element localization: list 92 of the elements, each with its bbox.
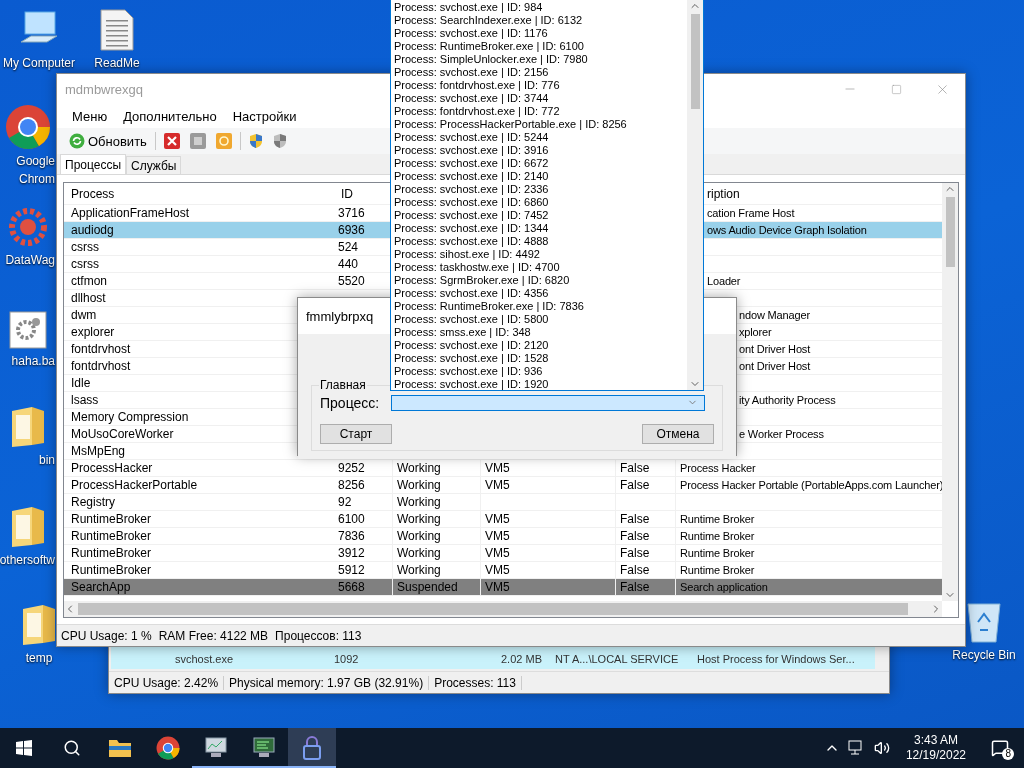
table-cell: fontdrvhost: [71, 342, 131, 356]
table-cell: dwm: [71, 308, 97, 322]
dialog-title: fmmlybrpxq: [306, 308, 374, 324]
table-cell: False: [620, 563, 650, 577]
table-cell: False: [620, 580, 650, 594]
table-cell: Working: [397, 461, 441, 475]
table-cell: Working: [397, 512, 441, 526]
table-cell: Working: [397, 529, 441, 543]
table-cell: e Worker Process: [739, 428, 824, 440]
table-cell: VM5: [485, 563, 510, 577]
table-cell: Working: [397, 546, 441, 560]
table-cell: ows Audio Device Graph Isolation: [707, 224, 867, 236]
table-cell: RuntimeBroker: [71, 563, 152, 577]
table-cell: Runtime Broker: [680, 530, 755, 542]
table-cell: False: [620, 546, 650, 560]
table-cell: False: [620, 512, 650, 526]
table-cell: Runtime Broker: [680, 547, 755, 559]
table-cell-text: 1092: [334, 652, 360, 666]
table-cell: explorer: [71, 325, 115, 339]
table-cell: False: [620, 529, 650, 543]
table-cell-text: svchost.exe: [175, 652, 235, 666]
table-cell: Search application: [680, 581, 768, 593]
table-cell: MsMpEng: [71, 444, 126, 458]
table-cell: Memory Compression: [71, 410, 189, 424]
table-cell: Runtime Broker: [680, 564, 755, 576]
table-cell: ApplicationFrameHost: [71, 206, 190, 220]
status-text: Physical memory: 1.97 GB (32.91%): [224, 675, 430, 690]
table-cell: VM5: [485, 461, 510, 475]
table-cell: Loader: [707, 275, 741, 287]
clock-time: 3:43 AM: [913, 733, 958, 748]
status-text: RAM Free: 4122 MB: [158, 628, 269, 643]
table-cell: dllhost: [71, 291, 106, 305]
window-title: mdmbwrexgq: [65, 81, 144, 97]
table-cell: RuntimeBroker: [71, 546, 152, 560]
table-cell: 524: [338, 240, 359, 254]
table-cell: ont Driver Host: [739, 360, 811, 372]
clock-date: 12/19/2022: [905, 748, 966, 763]
table-cell-text: Host Process for Windows Ser...: [697, 652, 856, 666]
table-cell: 5912: [338, 563, 365, 577]
table-cell: 6936: [338, 223, 365, 237]
table-cell: 440: [338, 257, 359, 271]
table-cell: Process Hacker: [680, 462, 756, 474]
table-cell: VM5: [485, 512, 510, 526]
table-cell: VM5: [485, 546, 510, 560]
table-cell: ProcessHacker: [71, 461, 153, 475]
table-cell: 3912: [338, 546, 365, 560]
group-label: Главная: [319, 378, 367, 392]
table-cell: Working: [397, 495, 441, 509]
table-cell: csrss: [71, 257, 99, 271]
table-cell: Working: [397, 478, 441, 492]
table-cell: 6100: [338, 512, 365, 526]
table-cell: ont Driver Host: [739, 343, 811, 355]
table-cell: xplorer: [739, 326, 772, 338]
table-cell: lsass: [71, 393, 99, 407]
table-cell: cation Frame Host: [707, 207, 795, 219]
table-cell: csrss: [71, 240, 99, 254]
table-cell: fontdrvhost: [71, 359, 131, 373]
field-label: Процесс:: [320, 394, 381, 411]
table-cell-text: 2.02 MB: [501, 652, 543, 666]
table-cell: False: [620, 478, 650, 492]
table-cell: VM5: [485, 580, 510, 594]
table-cell-text: NT A...\LOCAL SERVICE: [555, 652, 680, 666]
table-cell: ity Authority Process: [739, 394, 836, 406]
table-cell: VM5: [485, 529, 510, 543]
table-cell: 92: [338, 495, 352, 509]
table-cell: ndow Manager: [739, 309, 810, 321]
table-cell: RuntimeBroker: [71, 512, 152, 526]
table-cell: Runtime Broker: [680, 513, 755, 525]
table-cell: MoUsoCoreWorker: [71, 427, 174, 441]
table-cell: False: [620, 461, 650, 475]
table-cell: Idle: [71, 376, 91, 390]
table-cell: 5668: [338, 580, 365, 594]
status-text: Процессов: 113: [275, 628, 362, 643]
notification-count: 8: [1002, 748, 1014, 760]
table-cell: VM5: [485, 478, 510, 492]
table-cell: ctfmon: [71, 274, 107, 288]
table-cell: 8256: [338, 478, 365, 492]
status-text: CPU Usage: 2.42%: [109, 675, 225, 690]
table-cell: 3716: [338, 206, 365, 220]
table-cell: ProcessHackerPortable: [71, 478, 198, 492]
table-cell: 9252: [338, 461, 365, 475]
status-text: Processes: 113: [429, 675, 522, 690]
table-cell: 5520: [338, 274, 365, 288]
table-cell: Registry: [71, 495, 115, 509]
table-cell: RuntimeBroker: [71, 529, 152, 543]
table-cell: Working: [397, 563, 441, 577]
table-cell: Suspended: [397, 580, 458, 594]
table-cell: SearchApp: [71, 580, 131, 594]
table-cell: Process Hacker Portable (PortableApps.com Launcher): [680, 479, 942, 491]
table-cell: 7836: [338, 529, 365, 543]
status-text: CPU Usage: 1 %: [61, 628, 152, 643]
table-cell: audiodg: [71, 223, 114, 237]
